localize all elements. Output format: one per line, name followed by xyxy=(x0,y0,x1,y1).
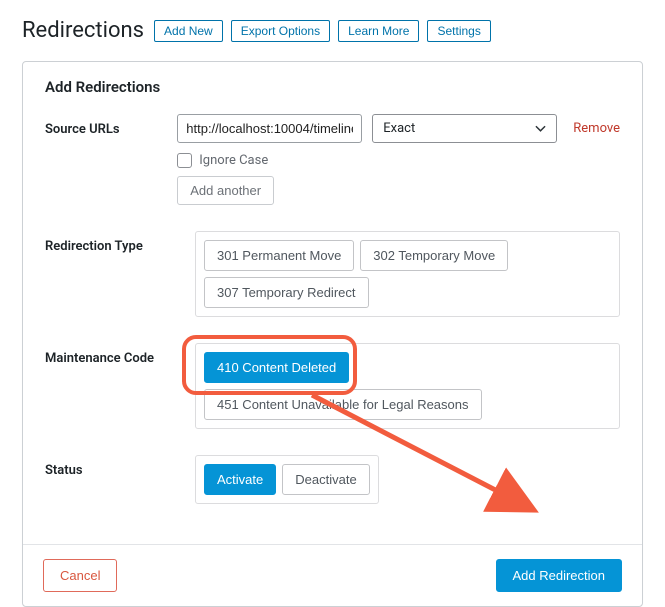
source-url-input[interactable] xyxy=(177,114,362,143)
card-title: Add Redirections xyxy=(45,78,620,96)
maintenance-code-options: 410 Content Deleted 451 Content Unavaila… xyxy=(195,343,620,429)
add-redirections-card: Add Redirections Source URLs Exact Remov… xyxy=(22,61,643,607)
redirection-type-options: 301 Permanent Move 302 Temporary Move 30… xyxy=(195,231,620,317)
add-new-button[interactable]: Add New xyxy=(154,20,223,42)
add-redirection-button[interactable]: Add Redirection xyxy=(496,559,623,592)
source-urls-label: Source URLs xyxy=(45,114,177,137)
option-451[interactable]: 451 Content Unavailable for Legal Reason… xyxy=(204,389,482,420)
ignore-case-checkbox[interactable] xyxy=(177,153,192,168)
status-deactivate[interactable]: Deactivate xyxy=(282,464,369,495)
add-another-button[interactable]: Add another xyxy=(177,176,274,205)
status-options: Activate Deactivate xyxy=(195,455,379,504)
match-type-value: Exact xyxy=(383,121,415,136)
ignore-case-label: Ignore Case xyxy=(199,153,268,168)
settings-button[interactable]: Settings xyxy=(427,20,490,42)
option-307[interactable]: 307 Temporary Redirect xyxy=(204,277,369,308)
status-label: Status xyxy=(45,455,195,478)
header-actions: Add New Export Options Learn More Settin… xyxy=(154,20,491,42)
remove-source-link[interactable]: Remove xyxy=(573,121,620,136)
page-title: Redirections xyxy=(22,18,144,43)
learn-more-button[interactable]: Learn More xyxy=(338,20,419,42)
option-301[interactable]: 301 Permanent Move xyxy=(204,240,354,271)
option-302[interactable]: 302 Temporary Move xyxy=(360,240,508,271)
maintenance-code-label: Maintenance Code xyxy=(45,343,195,366)
chevron-down-icon xyxy=(535,123,546,134)
export-options-button[interactable]: Export Options xyxy=(231,20,330,42)
match-type-select[interactable]: Exact xyxy=(372,114,557,143)
redirection-type-label: Redirection Type xyxy=(45,231,195,254)
status-activate[interactable]: Activate xyxy=(204,464,276,495)
option-410[interactable]: 410 Content Deleted xyxy=(204,352,349,383)
cancel-button[interactable]: Cancel xyxy=(43,559,117,592)
